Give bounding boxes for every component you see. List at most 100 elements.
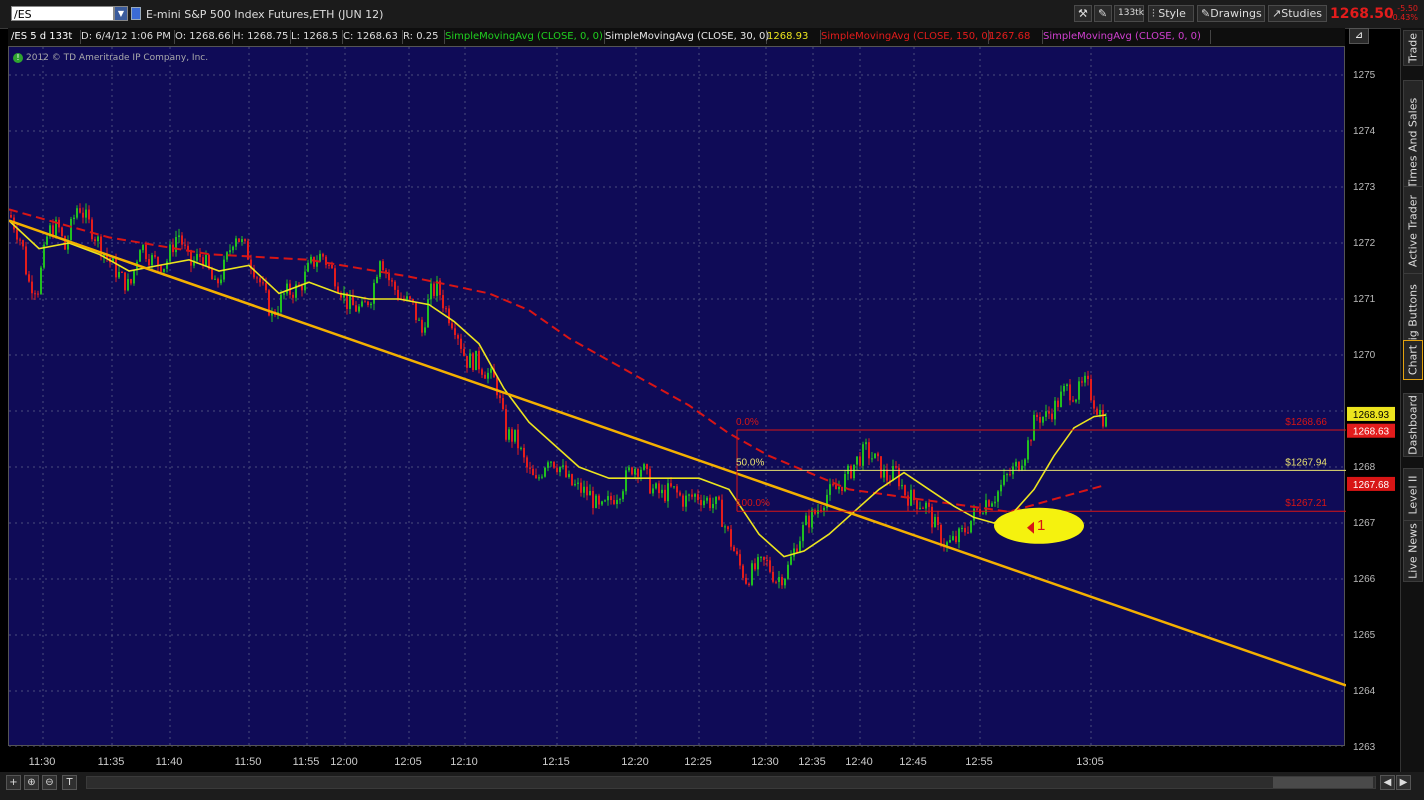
last-price: 1268.50	[1330, 6, 1394, 22]
candle-body	[1081, 381, 1083, 383]
candle-body	[787, 564, 789, 579]
candle-body	[856, 456, 858, 465]
candle-body	[451, 323, 453, 329]
tab-chart[interactable]: Chart	[1403, 340, 1423, 380]
candle-body	[121, 271, 123, 273]
candle-body	[937, 516, 939, 526]
zoom-out-icon[interactable]: ⊖	[42, 775, 57, 790]
tab-trade[interactable]: Trade	[1403, 30, 1423, 66]
candle-body	[304, 271, 306, 291]
candle-body	[646, 464, 648, 469]
tab-level-ii[interactable]: Level II	[1403, 468, 1423, 522]
candle-body	[442, 295, 444, 309]
candle-body	[931, 506, 933, 528]
chart-area[interactable]: 0.0% $1268.66 50.0% $1267.94 100.0% $1267.21 1…	[8, 46, 1346, 747]
time-tick-label: 12:20	[621, 756, 649, 768]
chart-id[interactable]: /ES 5 d 133t	[8, 30, 81, 44]
candle-body	[1051, 413, 1053, 420]
candle-body	[520, 447, 522, 449]
fib-level-pct: 50.0%	[736, 457, 764, 468]
candle-body	[367, 301, 369, 306]
candle-body	[949, 540, 951, 543]
zoom-in-icon[interactable]: ⊕	[24, 775, 39, 790]
candle-body	[598, 495, 600, 505]
chart-settings-icon[interactable]: ⊿	[1349, 28, 1369, 44]
candle-body	[1003, 475, 1005, 485]
candle-body	[544, 467, 546, 477]
tab-active-trader[interactable]: Active Trader	[1403, 186, 1423, 276]
drawings-button[interactable]: ✎Drawings	[1197, 5, 1265, 22]
tab-label: Chart	[1406, 344, 1420, 376]
scroll-forward-icon[interactable]: ▶	[1396, 775, 1411, 790]
crosshair-icon[interactable]: +	[6, 775, 21, 790]
price-chart[interactable]: 0.0% $1268.66 50.0% $1267.94 100.0% $1267.21 1	[9, 47, 1346, 747]
candle-body	[280, 294, 282, 313]
scroll-back-icon[interactable]: ◀	[1380, 775, 1395, 790]
candle-body	[853, 464, 855, 479]
candle-body	[88, 209, 90, 220]
candle-body	[499, 395, 501, 399]
candle-body	[682, 495, 684, 507]
candle-body	[535, 475, 537, 479]
time-tick-label: 11:40	[156, 756, 183, 768]
candle-body	[838, 486, 840, 490]
status-ok-icon: !	[13, 53, 23, 63]
candle-body	[709, 497, 711, 509]
candle-body	[523, 447, 525, 458]
studies-button[interactable]: ↗Studies	[1268, 5, 1327, 22]
candle-body	[712, 503, 714, 509]
study-sma-30[interactable]: SimpleMovingAvg (CLOSE, 30, 0)	[602, 30, 769, 44]
candle-body	[667, 483, 669, 502]
candle-body	[283, 293, 285, 295]
tab-live-news[interactable]: Live News	[1403, 520, 1423, 582]
wrench-icon[interactable]: ✎	[1094, 5, 1112, 22]
candle-body	[256, 277, 258, 279]
candle-body	[259, 278, 261, 283]
candle-body	[457, 335, 459, 339]
candle-body	[961, 527, 963, 529]
candle-body	[502, 398, 504, 410]
candle-body	[955, 536, 957, 543]
time-scrollbar[interactable]	[86, 776, 1376, 789]
study-sma-1[interactable]: SimpleMovingAvg (CLOSE, 0, 0)	[442, 30, 605, 44]
symbol-dropdown-button[interactable]: ▼	[114, 6, 128, 21]
candle-body	[373, 282, 375, 304]
candle-body	[571, 474, 573, 486]
time-tick-label: 12:30	[751, 756, 779, 768]
tab-label: Big Buttons	[1406, 284, 1420, 348]
annotation-label: 1	[1037, 517, 1045, 534]
candle-body	[754, 563, 756, 570]
candle-body	[553, 461, 555, 468]
tick-aggregation-button[interactable]: 133tk	[1114, 5, 1144, 22]
candle-body	[982, 513, 984, 515]
candle-body	[157, 256, 159, 266]
candle-body	[862, 444, 864, 466]
time-tick-label: 11:55	[293, 756, 320, 768]
tab-dashboard[interactable]: Dashboard	[1403, 393, 1423, 457]
fib-level-price: $1267.21	[1285, 498, 1327, 509]
candle-body	[466, 355, 468, 368]
scrollbar-thumb[interactable]	[1273, 777, 1373, 788]
candle-body	[532, 468, 534, 476]
time-tick-label: 13:05	[1076, 756, 1104, 768]
candle-body	[322, 253, 324, 257]
candle-body	[991, 503, 993, 507]
candle-body	[376, 276, 378, 283]
text-tool-icon[interactable]: T	[62, 775, 77, 790]
candle-body	[454, 328, 456, 336]
candle-body	[562, 465, 564, 467]
candle-body	[133, 270, 135, 284]
candle-body	[790, 556, 792, 565]
candle-body	[673, 486, 675, 488]
fib-level-pct: 0.0%	[736, 417, 759, 428]
candle-body	[514, 429, 516, 442]
study-sma-4[interactable]: SimpleMovingAvg (CLOSE, 0, 0)	[1040, 30, 1211, 44]
symbol-input[interactable]: /ES	[11, 6, 114, 21]
studies-icon: ↗	[1272, 7, 1282, 20]
study-sma-150[interactable]: SimpleMovingAvg (CLOSE, 150, 0)	[818, 30, 992, 44]
candle-body	[154, 255, 156, 257]
price-axis[interactable]: 1263126412651266126712681269127012711272…	[1345, 46, 1400, 766]
candle-body	[829, 484, 831, 495]
drawing-mode-icon[interactable]: ⚒	[1074, 5, 1092, 22]
style-button[interactable]: ⫶ Style	[1148, 5, 1194, 22]
